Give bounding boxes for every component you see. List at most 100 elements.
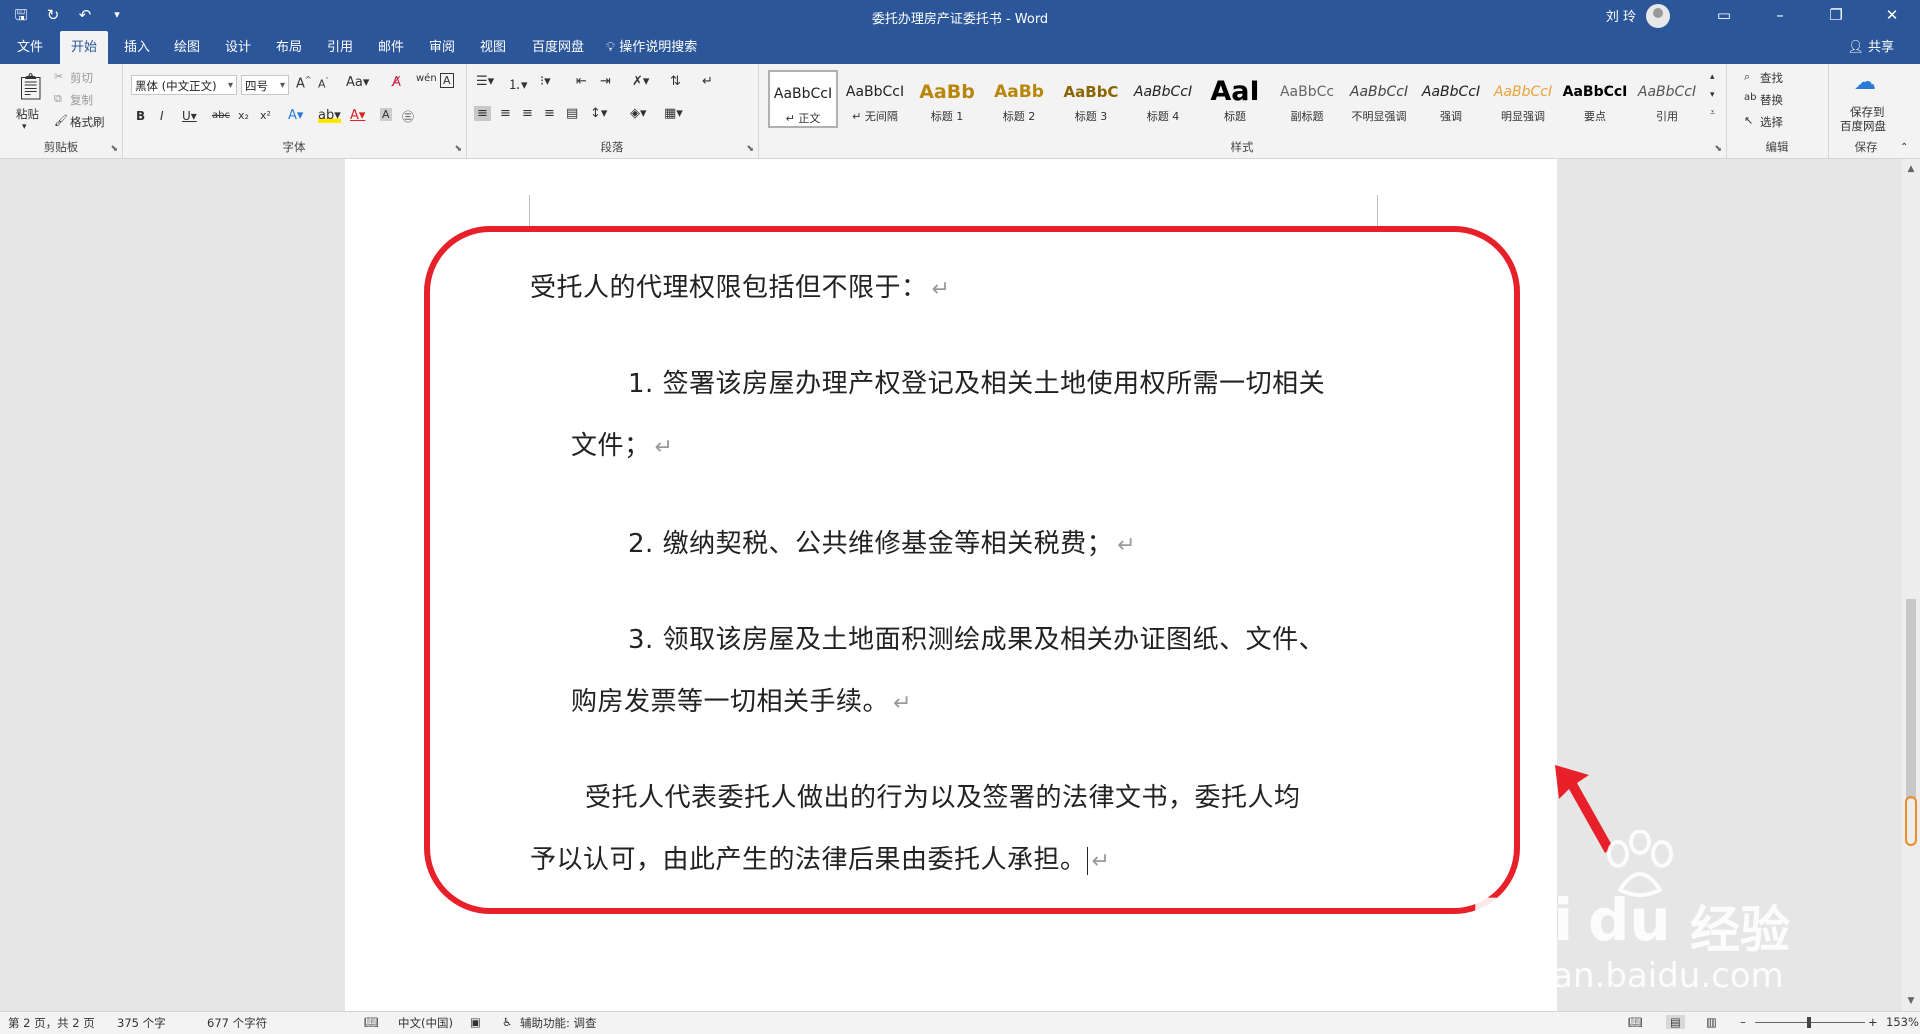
font-name-select[interactable]: 黑体 (中文正文) xyxy=(131,75,237,96)
style-subtitle[interactable]: AaBbCc 副标题 xyxy=(1272,70,1342,128)
zoom-slider-thumb[interactable] xyxy=(1807,1017,1811,1028)
sort-icon[interactable]: ⇅ xyxy=(670,74,681,89)
align-center-icon[interactable]: ≡ xyxy=(500,106,511,121)
character-shading-icon[interactable]: A xyxy=(380,108,392,121)
copy-button[interactable]: 复制 xyxy=(70,92,93,108)
tab-review[interactable]: 审阅 xyxy=(418,31,466,64)
strikethrough-icon[interactable]: abc xyxy=(212,110,230,121)
style-no-spacing[interactable]: AaBbCcI ↵ 无间隔 xyxy=(840,70,910,128)
styles-scroll-up-icon[interactable]: ▴ xyxy=(1710,72,1715,82)
tab-layout[interactable]: 布局 xyxy=(265,31,313,64)
clipboard-launcher-icon[interactable]: ⬊ xyxy=(110,144,118,154)
change-case-icon[interactable]: Aa▾ xyxy=(346,75,369,90)
phonetic-guide-icon[interactable]: wén xyxy=(416,73,437,84)
italic-icon[interactable]: I xyxy=(160,109,164,123)
scroll-thumb[interactable] xyxy=(1906,599,1916,799)
minimize-icon[interactable]: – xyxy=(1752,0,1808,31)
style-heading-3[interactable]: AaBbC 标题 3 xyxy=(1056,70,1126,128)
numbering-icon[interactable]: ⒈▾ xyxy=(508,74,528,93)
tab-home[interactable]: 开始 xyxy=(60,31,109,64)
find-button[interactable]: 查找 xyxy=(1760,70,1783,86)
character-border-icon[interactable]: A xyxy=(440,73,454,88)
style-heading-1[interactable]: AaBb 标题 1 xyxy=(912,70,982,128)
cut-button[interactable]: 剪切 xyxy=(70,70,93,86)
zoom-level[interactable]: 153% xyxy=(1886,1015,1919,1029)
tab-design[interactable]: 设计 xyxy=(214,31,262,64)
tab-mailings[interactable]: 邮件 xyxy=(367,31,415,64)
justify-icon[interactable]: ≡ xyxy=(544,106,555,121)
style-subtle-emphasis[interactable]: AaBbCcI 不明显强调 xyxy=(1344,70,1414,128)
scroll-down-icon[interactable]: ▼ xyxy=(1902,993,1920,1009)
clear-format-icon[interactable]: A̸ xyxy=(392,75,401,90)
multilevel-list-icon[interactable]: ⁝▾ xyxy=(540,74,551,89)
style-quote[interactable]: AaBbCcI 引用 xyxy=(1632,70,1702,128)
style-title[interactable]: AaI 标题 xyxy=(1200,70,1270,128)
macro-icon[interactable]: ▣ xyxy=(470,1015,481,1029)
bold-icon[interactable]: B xyxy=(136,109,145,123)
language[interactable]: 中文(中国) xyxy=(398,1015,453,1031)
vertical-scrollbar[interactable]: ▲ ▼ xyxy=(1902,159,1920,1011)
print-layout-icon[interactable]: ▤ xyxy=(1666,1015,1685,1029)
page-count[interactable]: 第 2 页，共 2 页 xyxy=(8,1015,95,1031)
proofing-icon[interactable]: 📖︎ xyxy=(364,1015,379,1029)
tab-file[interactable]: 文件 xyxy=(6,31,54,64)
tell-me-search[interactable]: 💡︎ 操作说明搜索 xyxy=(606,31,697,64)
highlight-icon[interactable]: ab▾ xyxy=(318,108,341,123)
chinese-layout-icon[interactable]: ✗▾ xyxy=(632,74,649,89)
font-launcher-icon[interactable]: ⬊ xyxy=(454,144,462,154)
distributed-icon[interactable]: ▤ xyxy=(566,106,578,121)
restore-icon[interactable]: ❐ xyxy=(1808,0,1864,31)
paragraph-launcher-icon[interactable]: ⬊ xyxy=(746,144,754,154)
format-painter-button[interactable]: 格式刷 xyxy=(70,114,105,130)
borders-icon[interactable]: ▦▾ xyxy=(664,106,683,121)
subscript-icon[interactable]: x₂ xyxy=(238,109,249,122)
grow-font-icon[interactable]: A^ xyxy=(296,75,312,91)
share-button[interactable]: 👤︎ 共享 xyxy=(1847,31,1894,64)
text-effects-icon[interactable]: A▾ xyxy=(288,108,303,123)
underline-icon[interactable]: U▾ xyxy=(182,109,197,123)
replace-button[interactable]: 替换 xyxy=(1760,92,1783,108)
select-button[interactable]: 选择 xyxy=(1760,114,1783,130)
ribbon-display-options-icon[interactable]: ▭ xyxy=(1696,0,1752,31)
word-count[interactable]: 375 个字 xyxy=(117,1015,166,1031)
styles-launcher-icon[interactable]: ⬊ xyxy=(1714,144,1722,154)
zoom-out-icon[interactable]: – xyxy=(1740,1015,1746,1029)
superscript-icon[interactable]: x² xyxy=(260,109,271,122)
paste-dropdown-icon[interactable]: ▾ xyxy=(22,122,27,132)
styles-more-icon[interactable]: ⩡ xyxy=(1710,108,1715,118)
web-layout-icon[interactable]: ▥ xyxy=(1706,1015,1717,1029)
styles-scroll-down-icon[interactable]: ▾ xyxy=(1710,90,1715,100)
tab-view[interactable]: 视图 xyxy=(469,31,517,64)
read-mode-icon[interactable]: 📖︎ xyxy=(1628,1015,1643,1029)
paste-icon[interactable]: 📋︎ xyxy=(14,72,47,102)
tab-insert[interactable]: 插入 xyxy=(113,31,161,64)
style-emphasis[interactable]: AaBbCcI 强调 xyxy=(1416,70,1486,128)
shading-icon[interactable]: ◈▾ xyxy=(630,106,647,121)
user-name[interactable]: 刘 玲 xyxy=(1606,6,1636,25)
align-right-icon[interactable]: ≡ xyxy=(522,106,533,121)
char-count[interactable]: 677 个字符 xyxy=(207,1015,267,1031)
paste-button[interactable]: 粘贴 xyxy=(16,106,39,122)
style-heading-4[interactable]: AaBbCcI 标题 4 xyxy=(1128,70,1198,128)
align-left-icon[interactable]: ≡ xyxy=(474,106,491,121)
style-intense-emphasis[interactable]: AaBbCcI 明显强调 xyxy=(1488,70,1558,128)
scroll-up-icon[interactable]: ▲ xyxy=(1902,161,1920,177)
avatar[interactable] xyxy=(1646,3,1670,28)
tab-draw[interactable]: 绘图 xyxy=(163,31,211,64)
increase-indent-icon[interactable]: ⇥ xyxy=(600,74,611,89)
save-line2[interactable]: 百度网盘 xyxy=(1840,118,1886,134)
tab-baidu-netdisk[interactable]: 百度网盘 xyxy=(521,31,595,64)
line-spacing-icon[interactable]: ↕▾ xyxy=(590,106,607,121)
enclose-characters-icon[interactable]: ㊂ xyxy=(402,108,414,125)
bullets-icon[interactable]: ☰▾ xyxy=(476,74,494,89)
collapse-ribbon-icon[interactable]: ⌃ xyxy=(1900,142,1908,153)
tab-references[interactable]: 引用 xyxy=(316,31,364,64)
close-icon[interactable]: ✕ xyxy=(1864,0,1920,31)
style-strong[interactable]: AaBbCcI 要点 xyxy=(1560,70,1630,128)
decrease-indent-icon[interactable]: ⇤ xyxy=(576,74,587,89)
accessibility-status[interactable]: 辅助功能: 调查 xyxy=(520,1015,597,1031)
zoom-in-icon[interactable]: + xyxy=(1868,1015,1878,1029)
style-heading-2[interactable]: AaBb 标题 2 xyxy=(984,70,1054,128)
font-color-icon[interactable]: A▾ xyxy=(350,108,365,123)
shrink-font-icon[interactable]: Aˇ xyxy=(318,77,329,91)
